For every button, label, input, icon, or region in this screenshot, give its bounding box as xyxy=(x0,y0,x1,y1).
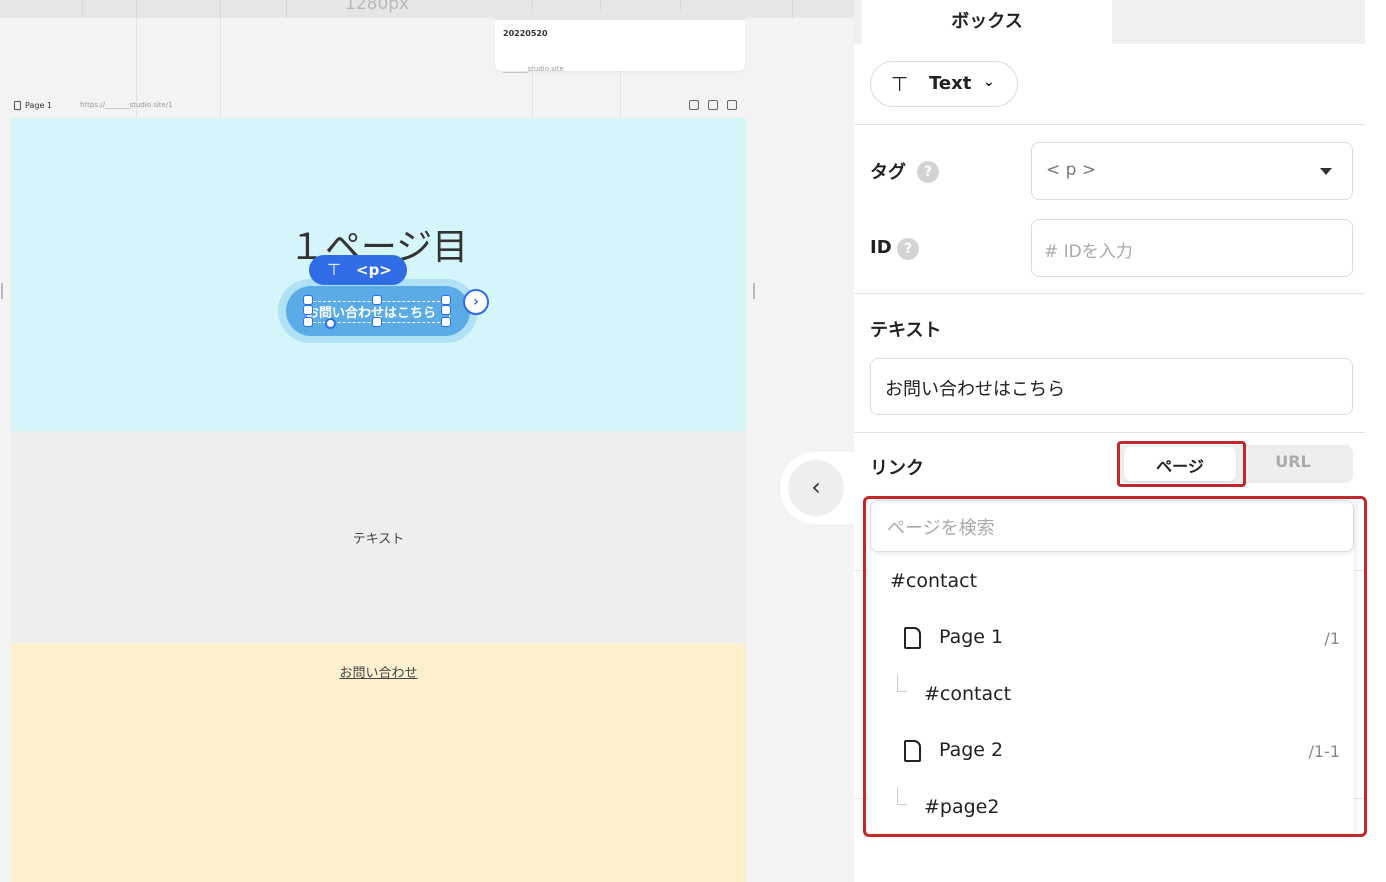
chevron-right-icon[interactable]: › xyxy=(463,289,489,315)
page-name[interactable]: Page 1 xyxy=(25,101,52,110)
tag-select[interactable]: < p > xyxy=(1031,142,1353,200)
divider xyxy=(854,432,1365,433)
page-frame: １ページ目 テキスト お問い合わせ xyxy=(11,118,746,882)
help-icon[interactable]: ? xyxy=(897,238,919,260)
page-icon xyxy=(14,101,21,110)
caret-down-icon xyxy=(1320,168,1332,175)
duplicate-icon[interactable] xyxy=(708,100,718,110)
text-tool-icon: ⊤ xyxy=(891,72,909,96)
contact-link[interactable]: お問い合わせ xyxy=(11,662,746,681)
element-type-dropdown[interactable]: ⊤ Text ⌄ xyxy=(870,61,1018,107)
element-tag-badge[interactable]: ⊤ <p> xyxy=(309,255,407,285)
element-type-label: Text xyxy=(929,73,972,94)
resize-handle[interactable] xyxy=(441,295,451,305)
rotate-handle[interactable] xyxy=(325,318,336,329)
resize-handle[interactable] xyxy=(303,295,313,305)
element-tag-label: <p> xyxy=(356,261,392,279)
ruler-width-label: 1280px xyxy=(345,0,410,14)
site-preview-card[interactable]: 20220520 _______studio.site xyxy=(495,10,745,73)
id-input[interactable]: # IDを入力 xyxy=(1031,219,1353,277)
resize-handle-right[interactable] xyxy=(753,283,755,299)
text-input-value: お問い合わせはこちら xyxy=(885,379,1065,400)
help-icon[interactable]: ? xyxy=(917,161,939,183)
tag-select-value: < p > xyxy=(1046,160,1097,180)
highlight-box xyxy=(1117,441,1246,487)
highlight-box xyxy=(863,496,1367,837)
divider xyxy=(854,124,1365,125)
add-page-icon[interactable] xyxy=(727,100,737,110)
tab-box-label: ボックス xyxy=(951,11,1023,32)
tag-label: タグ xyxy=(870,162,906,183)
text-label: テキスト xyxy=(870,320,942,341)
link-label: リンク xyxy=(870,458,924,479)
id-input-placeholder: # IDを入力 xyxy=(1044,242,1133,262)
page-header: Page 1 https://_______studio.site/1 xyxy=(14,100,744,112)
text-input[interactable]: お問い合わせはこちら xyxy=(870,358,1353,415)
resize-handle-left[interactable] xyxy=(1,283,3,299)
id-label: ID xyxy=(870,237,892,258)
design-canvas[interactable]: 1280px 20220520 _______studio.site Page … xyxy=(0,0,854,882)
text-section[interactable]: テキスト xyxy=(11,431,746,643)
trash-icon[interactable] xyxy=(689,100,699,110)
resize-handle[interactable] xyxy=(372,295,382,305)
resize-handle[interactable] xyxy=(372,317,382,327)
divider xyxy=(854,293,1365,294)
resize-handle[interactable] xyxy=(303,317,313,327)
site-card-url: _______studio.site xyxy=(503,65,564,73)
contact-section[interactable]: お問い合わせ xyxy=(11,643,746,882)
resize-handle[interactable] xyxy=(303,305,313,315)
resize-handle[interactable] xyxy=(441,305,451,315)
site-card-date: 20220520 xyxy=(503,29,548,38)
chevron-down-icon: ⌄ xyxy=(983,74,995,90)
link-mode-url[interactable]: URL xyxy=(1236,452,1350,471)
resize-handle[interactable] xyxy=(441,317,451,327)
tab-box[interactable]: ボックス xyxy=(862,0,1112,44)
text-tool-icon: ⊤ xyxy=(327,260,341,279)
page-url[interactable]: https://_______studio.site/1 xyxy=(80,101,173,109)
section-text[interactable]: テキスト xyxy=(11,528,746,547)
properties-panel: ボックス ⊤ Text ⌄ タグ ? < p > ID ? # IDを入力 テキ… xyxy=(854,0,1386,882)
collapse-panel-button[interactable]: ‹ xyxy=(788,460,844,516)
